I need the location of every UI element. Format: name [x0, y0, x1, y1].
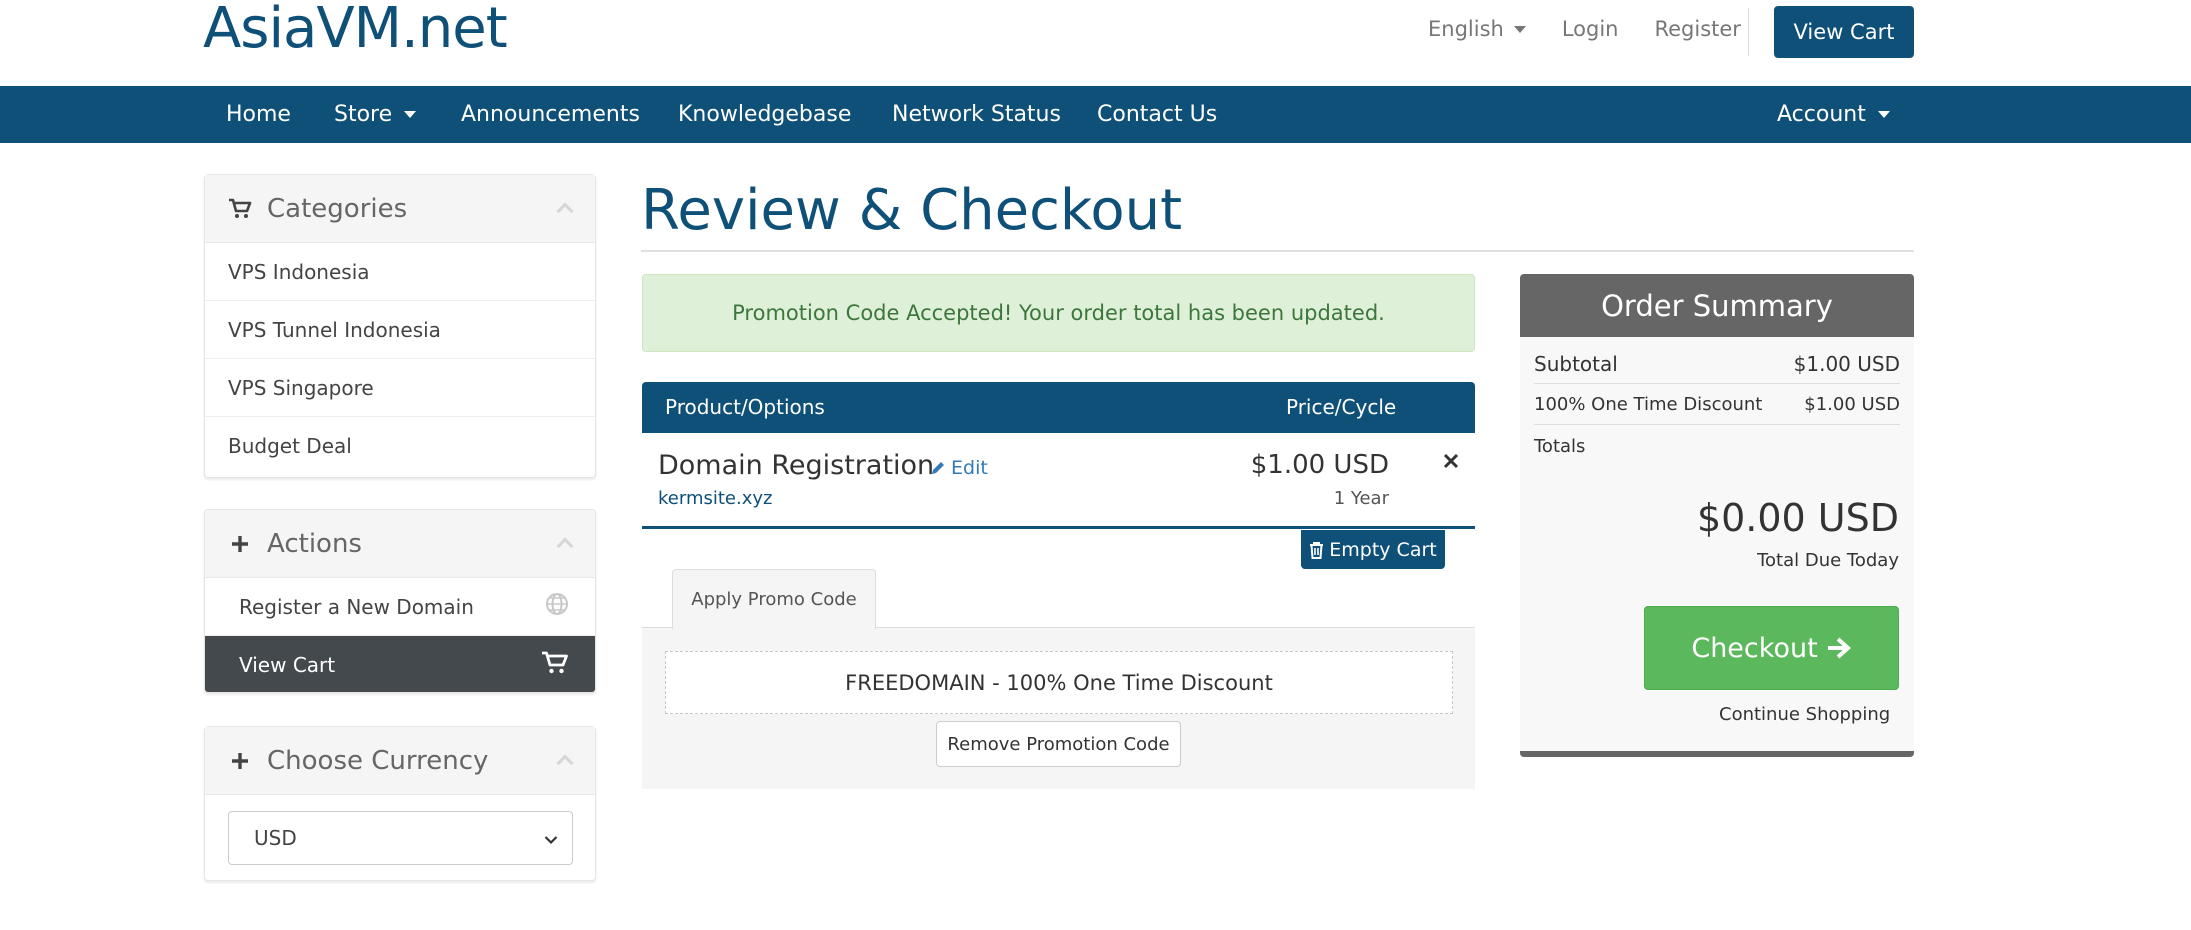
nav-account-label: Account [1777, 102, 1866, 127]
currency-selected: USD [254, 826, 297, 850]
chevron-up-icon [556, 754, 574, 772]
totals-row: Totals [1534, 428, 1900, 464]
currency-select[interactable]: USD [228, 811, 573, 865]
col-price-cycle: Price/Cycle [1286, 395, 1397, 419]
plus-icon [227, 752, 253, 770]
subtotal-label: Subtotal [1534, 351, 1618, 376]
chevron-down-icon [1877, 111, 1890, 118]
register-domain-link[interactable]: Register a New Domain [205, 578, 595, 636]
subtotal-value: $1.00 USD [1793, 351, 1900, 376]
nav-contact-us[interactable]: Contact Us [1097, 86, 1217, 143]
actions-header[interactable]: Actions [205, 510, 595, 578]
pencil-icon [932, 462, 944, 474]
order-summary: Order Summary Subtotal $1.00 USD 100% On… [1520, 274, 1914, 757]
total-due-amount: $0.00 USD [1696, 496, 1899, 540]
register-domain-label: Register a New Domain [239, 594, 474, 619]
total-due-label: Total Due Today [1757, 550, 1899, 571]
category-item[interactable]: VPS Singapore [205, 359, 595, 417]
order-summary-title: Order Summary [1520, 274, 1914, 337]
chevron-down-icon [1513, 25, 1526, 33]
cart-table-header: Product/Options Price/Cycle [642, 382, 1475, 433]
category-item[interactable]: VPS Indonesia [205, 243, 595, 301]
categories-title: Categories [267, 193, 408, 224]
edit-item-link[interactable]: Edit [930, 457, 988, 479]
cart-item-row: Domain Registration Edit kermsite.xyz $1… [642, 433, 1475, 529]
remove-promo-button[interactable]: Remove Promotion Code [936, 721, 1181, 767]
checkout-label: Checkout [1691, 632, 1818, 664]
categories-header[interactable]: Categories [205, 175, 595, 243]
category-item[interactable]: VPS Tunnel Indonesia [205, 301, 595, 359]
continue-shopping-link[interactable]: Continue Shopping [1719, 704, 1890, 725]
header-divider [1748, 8, 1749, 56]
category-item[interactable]: Budget Deal [205, 417, 595, 475]
actions-title: Actions [267, 528, 362, 559]
register-link[interactable]: Register [1654, 17, 1740, 41]
currency-panel: Choose Currency USD [204, 726, 596, 881]
checkout-button[interactable]: Checkout [1644, 606, 1899, 690]
main-navbar: Home Store Announcements Knowledgebase N… [0, 86, 2191, 143]
item-price: $1.00 USD [1250, 450, 1389, 480]
nav-network-status[interactable]: Network Status [892, 86, 1061, 143]
chevron-down-icon [544, 826, 558, 850]
discount-label: 100% One Time Discount [1534, 394, 1763, 415]
empty-cart-button[interactable]: Empty Cart [1301, 530, 1445, 569]
nav-store-label: Store [334, 102, 393, 127]
item-name: Domain Registration [658, 450, 935, 481]
globe-icon [545, 592, 569, 621]
item-domain: kermsite.xyz [658, 488, 773, 509]
edit-label: Edit [951, 457, 988, 479]
remove-item-button[interactable] [1443, 453, 1459, 474]
shopping-cart-icon [541, 651, 569, 680]
currency-title: Choose Currency [267, 745, 489, 776]
col-product-options: Product/Options [665, 395, 825, 419]
brand-logo[interactable]: AsiaVM.net [203, 0, 508, 61]
view-cart-label: View Cart [239, 653, 336, 677]
nav-knowledgebase[interactable]: Knowledgebase [678, 86, 851, 143]
chevron-up-icon [556, 537, 574, 555]
top-links: English Login Register [1428, 14, 1777, 44]
subtotal-row: Subtotal $1.00 USD [1534, 344, 1900, 384]
empty-cart-label: Empty Cart [1329, 538, 1437, 561]
view-cart-link[interactable]: View Cart [205, 636, 595, 692]
categories-panel: Categories VPS Indonesia VPS Tunnel Indo… [204, 174, 596, 478]
plus-icon [227, 535, 253, 553]
page-title: Review & Checkout [641, 178, 1183, 243]
nav-store[interactable]: Store [334, 86, 417, 143]
nav-home[interactable]: Home [226, 86, 291, 143]
view-cart-button[interactable]: View Cart [1774, 6, 1914, 58]
discount-value: $1.00 USD [1804, 394, 1900, 415]
item-cycle: 1 Year [1333, 488, 1389, 509]
chevron-up-icon [556, 202, 574, 220]
discount-row: 100% One Time Discount $1.00 USD [1534, 385, 1900, 425]
close-icon [1443, 453, 1459, 469]
applied-promo-code: FREEDOMAIN - 100% One Time Discount [665, 651, 1453, 714]
login-link[interactable]: Login [1562, 17, 1619, 41]
language-label: English [1428, 17, 1504, 41]
arrow-right-icon [1827, 637, 1851, 659]
nav-account[interactable]: Account [1777, 86, 1890, 143]
tab-apply-promo-code[interactable]: Apply Promo Code [672, 569, 876, 629]
title-divider [641, 250, 1914, 252]
promo-success-alert: Promotion Code Accepted! Your order tota… [642, 274, 1475, 352]
shopping-cart-icon [227, 198, 253, 220]
actions-panel: Actions Register a New Domain View Cart [204, 509, 596, 693]
currency-header[interactable]: Choose Currency [205, 727, 595, 795]
chevron-down-icon [404, 111, 417, 118]
totals-label: Totals [1534, 435, 1586, 457]
trash-icon [1310, 541, 1324, 559]
language-dropdown[interactable]: English [1428, 17, 1526, 41]
nav-announcements[interactable]: Announcements [461, 86, 640, 143]
